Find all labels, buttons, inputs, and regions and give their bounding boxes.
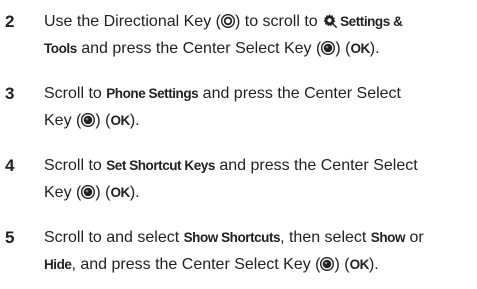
menu-item-name: Tools (44, 41, 77, 56)
menu-item-name: Settings & (340, 14, 403, 29)
text-run: Key ( (44, 184, 82, 201)
step-text: Use the Directional Key () to scroll to … (44, 8, 474, 62)
text-run: Scroll to (44, 157, 107, 174)
text-run: ). (368, 256, 379, 273)
text-run: ) ( (334, 256, 350, 273)
step-number: 2 (5, 12, 15, 31)
step-text: Scroll to Set Shortcut Keys and press th… (44, 152, 474, 206)
text-run: ) ( (95, 184, 111, 201)
text-run: ) to scroll to (234, 13, 323, 30)
center-select-key-icon (320, 257, 334, 271)
text-run: ) ( (335, 40, 351, 57)
text-run: Scroll to and select (44, 229, 184, 246)
text-run: , then select (280, 229, 371, 246)
step-line: Hide, and press the Center Select Key ()… (44, 251, 474, 278)
menu-item-name: Show Shortcuts (183, 230, 281, 245)
softkey-label: OK (349, 257, 370, 272)
step-line: Key ( ) (OK). (44, 107, 474, 134)
softkey-label: OK (350, 41, 370, 56)
directional-key-icon (221, 14, 235, 28)
step-line: Use the Directional Key () to scroll to … (44, 8, 474, 35)
text-run: and press the Center Select (214, 157, 418, 174)
text-run: Key ( (44, 112, 82, 129)
settings-tools-icon (322, 13, 337, 28)
text-run: ) ( (95, 112, 111, 129)
text-run: and press the Center Select Key ( (76, 40, 322, 57)
softkey-label: OK (110, 185, 130, 200)
text-run: Scroll to (44, 85, 107, 102)
text-run: ). (129, 112, 140, 129)
step-line: Scroll to Set Shortcut Keys and press th… (44, 152, 474, 179)
text-run: ). (129, 184, 140, 201)
step-line: Scroll to Phone Settings and press the C… (44, 80, 474, 107)
text-run: and press the Center Select (198, 85, 401, 102)
menu-item-name: Phone Settings (106, 86, 199, 101)
step-text: Scroll to and select Show Shortcuts, the… (44, 224, 474, 278)
step-text: Scroll to Phone Settings and press the C… (44, 80, 474, 134)
option-name: Show (370, 230, 406, 245)
step-line: Tools and press the Center Select Key ()… (44, 35, 474, 62)
step-line: Key ( ) (OK). (44, 179, 474, 206)
text-run: ). (369, 40, 380, 57)
center-select-key-icon (81, 113, 95, 127)
menu-item-name: Set Shortcut Keys (106, 158, 215, 173)
center-select-key-icon (321, 41, 335, 55)
center-select-key-icon (81, 185, 95, 199)
text-run: or (405, 229, 424, 246)
softkey-label: OK (110, 113, 130, 128)
step-number: 5 (5, 228, 15, 247)
step-line: Scroll to and select Show Shortcuts, the… (44, 224, 474, 251)
step-number: 3 (5, 84, 15, 103)
option-name: Hide (44, 257, 72, 272)
text-run: , and press the Center Select Key ( (71, 256, 321, 273)
step-number: 4 (5, 156, 15, 175)
text-run: Use the Directional Key ( (44, 13, 221, 30)
